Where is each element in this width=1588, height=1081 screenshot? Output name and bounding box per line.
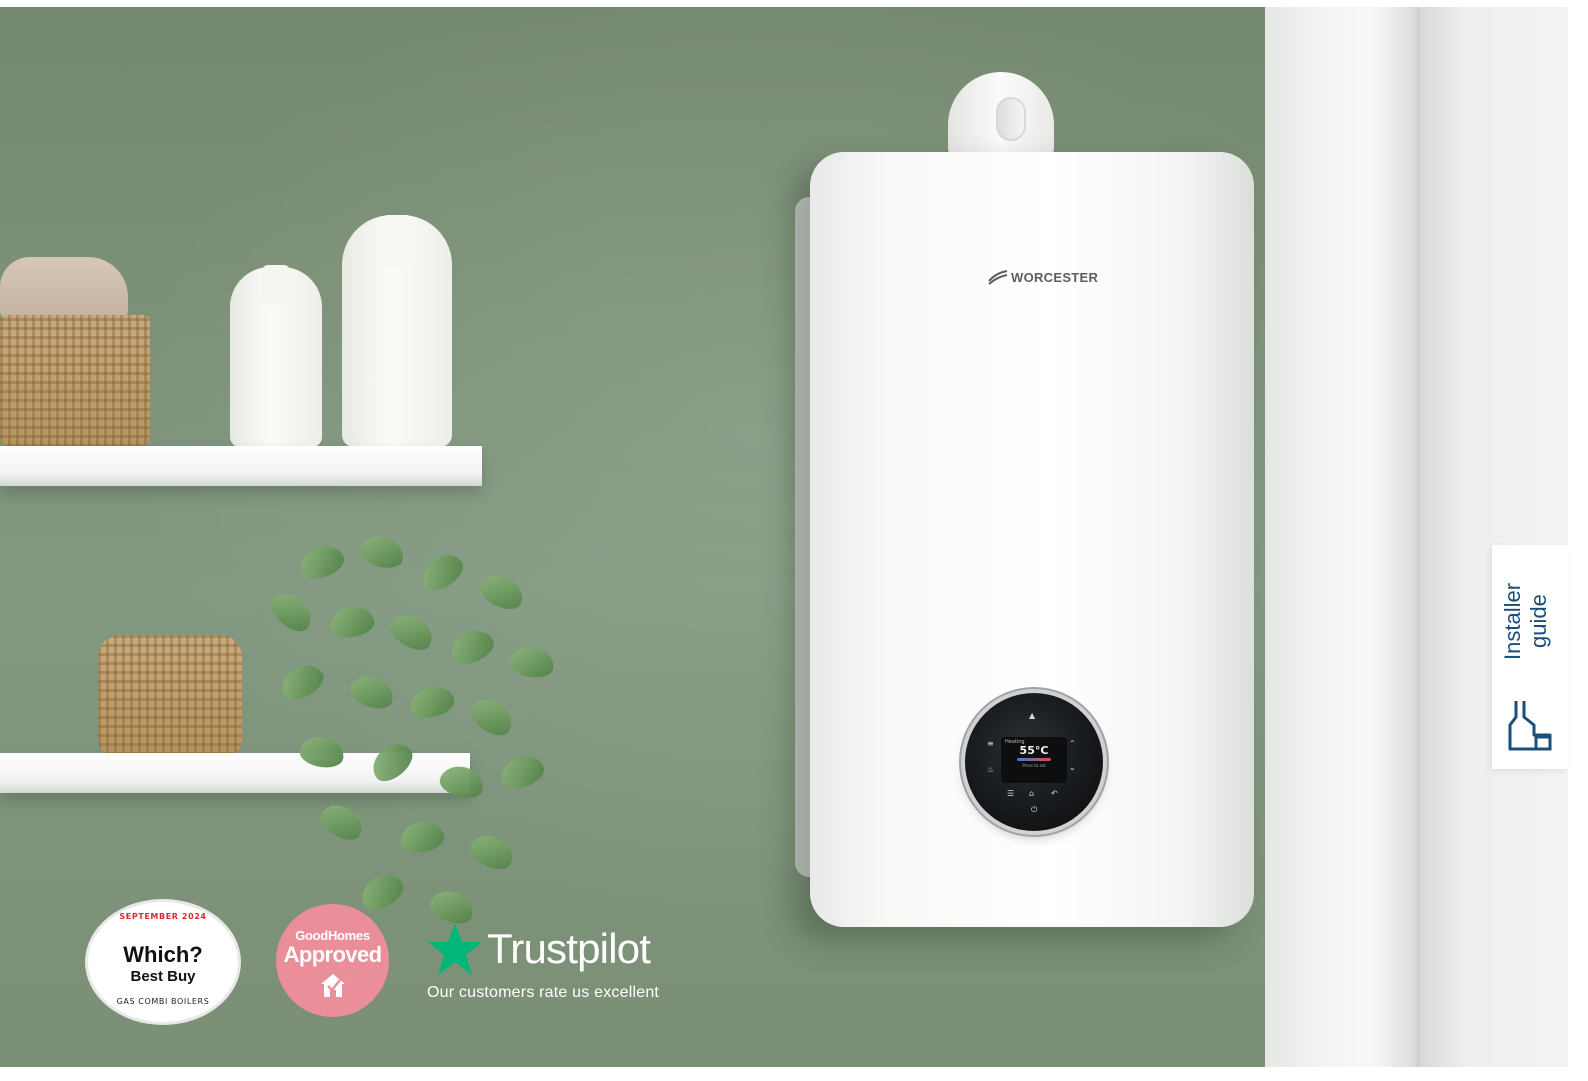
wicker-basket-bottom bbox=[98, 635, 242, 755]
installer-guide-button[interactable]: Installer guide bbox=[1492, 545, 1568, 769]
goodhomes-title: GoodHomes bbox=[295, 928, 370, 943]
wicker-basket-top bbox=[0, 315, 150, 447]
folded-towel bbox=[0, 257, 128, 321]
which-badge-date: SEPTEMBER 2024 bbox=[119, 912, 207, 921]
trustpilot-logo-text: Trustpilot bbox=[487, 925, 651, 972]
boiler-display: Heating 55°C Press to set bbox=[1001, 737, 1067, 783]
goodhomes-approved-badge: GoodHomes Approved bbox=[276, 904, 389, 1017]
temperature-bar bbox=[1017, 758, 1051, 761]
boiler-brand-logo: WORCESTER bbox=[988, 269, 1098, 285]
installer-guide-label: Installer guide bbox=[1500, 561, 1560, 681]
which-best-buy-badge: SEPTEMBER 2024 Which? Best Buy GAS COMBI… bbox=[88, 902, 238, 1022]
display-hint: Press to set bbox=[1022, 763, 1046, 768]
flame-icon: ▲ bbox=[1029, 711, 1036, 720]
back-icon: ↶ bbox=[1051, 789, 1058, 798]
display-temperature: 55°C bbox=[1019, 744, 1049, 757]
heating-icon: ♨ bbox=[987, 765, 995, 774]
flue-knob bbox=[996, 97, 1026, 141]
goodhomes-subtitle: Approved bbox=[283, 942, 382, 967]
boiler-control-dial[interactable]: ▲ ≡ ♨ ⌃ ⌄ ☰ ⌂ ↶ ⏻ Heating 55°C Press to … bbox=[965, 693, 1103, 831]
hero-image: WORCESTER ▲ ≡ ♨ ⌃ ⌄ ☰ ⌂ ↶ ⏻ Heating 55°C… bbox=[0, 7, 1568, 1067]
installer-guide-line2: guide bbox=[1526, 594, 1551, 648]
white-vase-tall bbox=[342, 215, 452, 447]
trustpilot-tagline: Our customers rate us excellent bbox=[427, 984, 660, 1001]
hanging-plant bbox=[260, 531, 580, 929]
which-badge-subtitle: Best Buy bbox=[130, 968, 196, 985]
list-icon: ☰ bbox=[1007, 789, 1015, 798]
chevron-down-icon: ⌄ bbox=[1069, 763, 1076, 772]
installer-wrench-icon bbox=[1508, 701, 1552, 751]
trustpilot-rating: Trustpilot Our customers rate us excelle… bbox=[427, 922, 659, 1002]
worcester-flame-icon bbox=[988, 270, 1008, 285]
white-vase-small bbox=[230, 265, 322, 447]
wall-pillar bbox=[1265, 7, 1420, 1067]
which-badge-category: GAS COMBI BOILERS bbox=[116, 997, 210, 1006]
which-badge-title: Which? bbox=[123, 942, 203, 967]
power-icon: ⏻ bbox=[1031, 805, 1038, 814]
chevron-up-icon: ⌃ bbox=[1069, 739, 1076, 748]
menu-icon: ≡ bbox=[987, 739, 994, 748]
home-icon: ⌂ bbox=[1029, 789, 1035, 798]
trustpilot-star-icon bbox=[428, 923, 482, 975]
side-wall bbox=[1420, 7, 1568, 1067]
installer-guide-line1: Installer bbox=[1500, 582, 1525, 660]
boiler-brand-name: WORCESTER bbox=[1011, 269, 1099, 285]
house-check-icon bbox=[321, 974, 345, 997]
shelf-top bbox=[0, 446, 482, 486]
